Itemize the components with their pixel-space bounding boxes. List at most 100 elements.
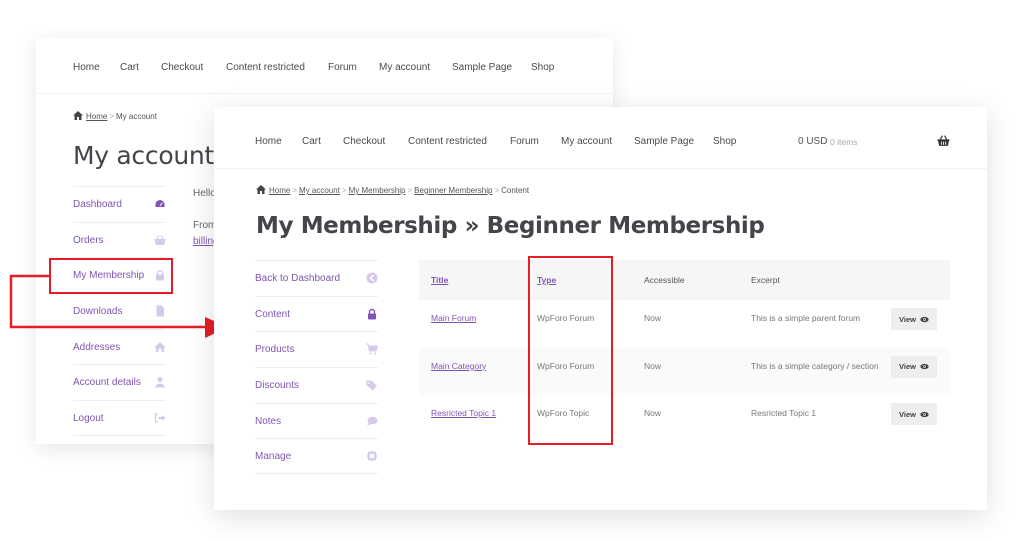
arrow-circle-left-icon — [366, 272, 378, 284]
breadcrumb-current: My account — [116, 112, 157, 121]
view-button-label: View — [899, 314, 916, 324]
breadcrumb-separator: > — [109, 112, 115, 121]
view-button-label: View — [899, 362, 916, 371]
menu-label: Orders — [73, 234, 104, 246]
home-icon — [256, 185, 266, 194]
breadcrumb-current: Content — [501, 186, 530, 195]
membership-nav-notes[interactable]: Notes — [255, 402, 378, 439]
nav-sample-page[interactable]: Sample Page — [452, 62, 512, 73]
basket-icon — [154, 234, 166, 245]
cell-excerpt: This is a simple category / section — [751, 360, 879, 371]
breadcrumb-separator: > — [292, 186, 298, 195]
account-nav-account-details[interactable]: Account details — [73, 364, 165, 400]
column-header-actions — [879, 260, 950, 300]
page-title: My account — [73, 141, 214, 170]
content-title-link[interactable]: Main Forum — [431, 313, 476, 323]
menu-label: Logout — [73, 413, 104, 425]
cell-excerpt: Resricted Topic 1 — [751, 408, 817, 418]
account-nav-downloads[interactable]: Downloads — [73, 293, 165, 329]
membership-navigation: Back to Dashboard Content Products Disco… — [255, 260, 378, 475]
breadcrumb-separator: > — [407, 186, 413, 195]
account-nav-dashboard[interactable]: Dashboard — [73, 186, 166, 222]
eye-icon — [920, 363, 929, 370]
membership-nav-discounts[interactable]: Discounts — [255, 367, 378, 403]
menu-label: Manage — [255, 451, 292, 463]
breadcrumb-separator: > — [494, 186, 500, 195]
primary-navigation: Home Cart Checkout Content restricted Fo… — [214, 107, 987, 169]
breadcrumb-beginner-membership-link[interactable]: Beginner Membership — [414, 186, 492, 195]
sign-out-icon — [154, 413, 166, 423]
breadcrumb-my-account-link[interactable]: My account — [299, 186, 340, 195]
menu-label: Addresses — [73, 341, 121, 353]
comment-icon — [367, 416, 378, 426]
breadcrumb-my-membership-link[interactable]: My Membership — [349, 186, 406, 195]
membership-nav-content[interactable]: Content — [255, 295, 378, 332]
nav-home[interactable]: Home — [73, 62, 100, 73]
sort-by-title-link[interactable]: Title — [431, 275, 448, 285]
nav-cart[interactable]: Cart — [120, 62, 139, 73]
content-title-link[interactable]: Main Category — [431, 361, 486, 371]
membership-content-table: Title Type Accessible Excerpt Main Forum… — [419, 260, 950, 443]
menu-label: Discounts — [255, 380, 299, 392]
table-row: Resricted Topic 1 WpForo Topic Now Resri… — [419, 395, 950, 443]
annotation-highlight-my-membership — [49, 258, 173, 294]
nav-checkout[interactable]: Checkout — [343, 136, 385, 147]
breadcrumb-separator: > — [341, 186, 347, 195]
cell-title: Resricted Topic 1 — [419, 395, 525, 443]
account-nav-orders[interactable]: Orders — [73, 221, 166, 258]
column-header-title[interactable]: Title — [419, 260, 525, 300]
breadcrumb: Home > My account > My Membership > Beginner M… — [256, 185, 529, 195]
tags-icon — [366, 380, 377, 391]
annotation-highlight-type-column — [528, 256, 613, 445]
cell-accessible: Now — [644, 360, 662, 371]
primary-navigation: Home Cart Checkout Content restricted Fo… — [36, 38, 613, 94]
membership-nav-manage[interactable]: Manage — [255, 438, 378, 475]
page-title: My Membership » Beginner Membership — [256, 213, 765, 239]
cell-actions: View — [879, 300, 950, 348]
account-navigation: Dashboard Orders My Membership Downloads… — [73, 186, 166, 436]
table-header-row: Title Type Accessible Excerpt — [419, 260, 950, 300]
breadcrumb-home-link[interactable]: Home — [86, 112, 107, 121]
nav-home[interactable]: Home — [255, 136, 282, 147]
nav-my-account[interactable]: My account — [379, 62, 430, 73]
nav-checkout[interactable]: Checkout — [161, 62, 203, 73]
eye-icon — [920, 316, 929, 322]
table-row: Main Forum WpForo Forum Now This is a si… — [419, 300, 950, 348]
nav-forum[interactable]: Forum — [510, 136, 539, 147]
nav-forum[interactable]: Forum — [328, 62, 357, 73]
column-header-excerpt: Excerpt — [751, 275, 780, 285]
dashboard-icon — [154, 199, 166, 208]
table-row: Main Category WpForo Forum Now This is a… — [419, 347, 950, 396]
cell-actions: View — [879, 348, 950, 396]
membership-nav-products[interactable]: Products — [255, 331, 378, 367]
cart-icon — [366, 343, 378, 355]
nav-shop[interactable]: Shop — [531, 62, 554, 73]
content-title-link[interactable]: Resricted Topic 1 — [431, 408, 496, 418]
nav-my-account[interactable]: My account — [561, 136, 612, 147]
nav-shop[interactable]: Shop — [713, 136, 736, 147]
menu-label: Back to Dashboard — [255, 273, 341, 284]
cart-item-count[interactable]: 0 items — [830, 137, 857, 147]
dashboard-description: From — [193, 220, 217, 231]
basket-icon[interactable] — [937, 134, 950, 147]
nav-sample-page[interactable]: Sample Page — [634, 136, 694, 147]
menu-label: Notes — [255, 415, 282, 427]
view-button[interactable]: View — [891, 308, 937, 330]
account-nav-logout[interactable]: Logout — [73, 400, 166, 436]
breadcrumb-home-link[interactable]: Home — [269, 186, 290, 195]
lock-icon — [368, 308, 376, 320]
membership-nav-back-to-dashboard[interactable]: Back to Dashboard — [255, 260, 378, 296]
nav-content-restricted[interactable]: Content restricted — [408, 136, 487, 147]
view-button-label: View — [899, 409, 916, 419]
cell-accessible: Now — [644, 313, 662, 323]
view-button[interactable]: View — [891, 355, 937, 378]
home-icon — [73, 111, 83, 120]
menu-label: Downloads — [73, 306, 123, 318]
nav-content-restricted[interactable]: Content restricted — [226, 62, 305, 73]
menu-label: Dashboard — [73, 199, 122, 210]
menu-label: Account details — [73, 377, 141, 389]
view-button[interactable]: View — [891, 403, 937, 425]
nav-cart[interactable]: Cart — [302, 136, 321, 147]
account-nav-addresses[interactable]: Addresses — [73, 328, 166, 365]
cart-total[interactable]: 0 USD — [798, 136, 827, 147]
